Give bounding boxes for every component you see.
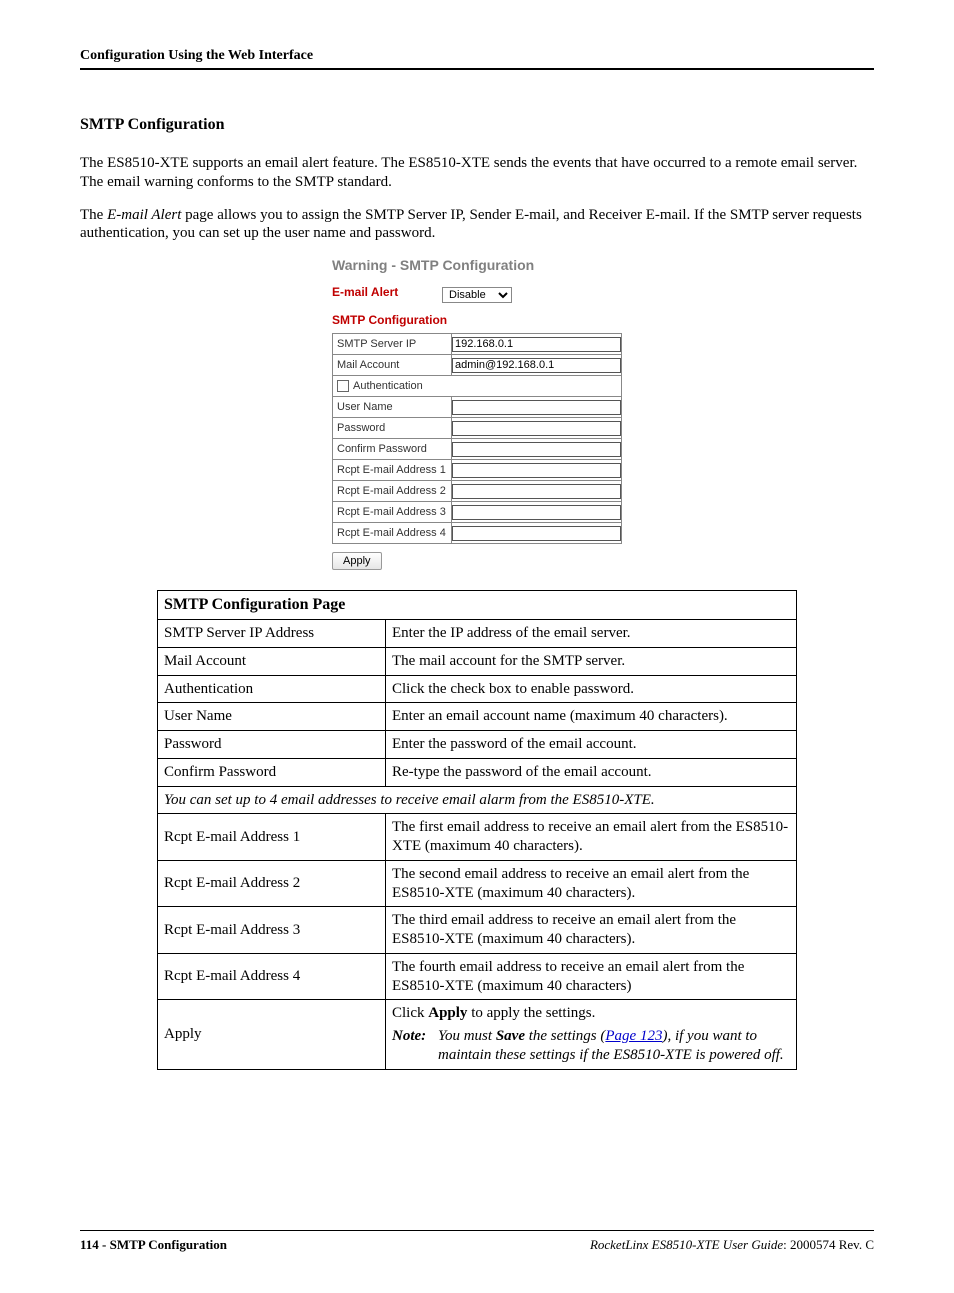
desc-text: The fourth email address to receive an e… xyxy=(386,953,797,1000)
apply-note-mid: the settings ( xyxy=(525,1028,605,1044)
desc-field: Rcpt E-mail Address 2 xyxy=(158,860,386,907)
para2-post: page allows you to assign the SMTP Serve… xyxy=(80,207,862,242)
desc-row: Mail AccountThe mail account for the SMT… xyxy=(158,647,797,675)
desc-span-note-text: You can set up to 4 email addresses to r… xyxy=(158,786,797,814)
lbl-password: Password xyxy=(333,418,452,439)
page-footer: 114 - SMTP Configuration RocketLinx ES85… xyxy=(80,1237,874,1253)
footer-right-em: RocketLinx ES8510-XTE User Guide xyxy=(590,1237,783,1252)
desc-field: Confirm Password xyxy=(158,758,386,786)
desc-row: Rcpt E-mail Address 4The fourth email ad… xyxy=(158,953,797,1000)
desc-title: SMTP Configuration Page xyxy=(158,591,797,620)
desc-row: PasswordEnter the password of the email … xyxy=(158,731,797,759)
row-rcpt3: Rcpt E-mail Address 3 xyxy=(333,502,622,523)
field-description-table: SMTP Configuration Page SMTP Server IP A… xyxy=(157,590,797,1070)
row-rcpt4: Rcpt E-mail Address 4 xyxy=(333,523,622,544)
smtp-config-screenshot: Warning - SMTP Configuration E-mail Aler… xyxy=(332,257,622,570)
desc-field: Rcpt E-mail Address 1 xyxy=(158,814,386,861)
desc-field: Password xyxy=(158,731,386,759)
desc-span-note: You can set up to 4 email addresses to r… xyxy=(158,786,797,814)
row-rcpt2: Rcpt E-mail Address 2 xyxy=(333,481,622,502)
desc-text: Enter an email account name (maximum 40 … xyxy=(386,703,797,731)
footer-rule xyxy=(80,1230,874,1231)
authentication-checkbox[interactable] xyxy=(337,380,349,392)
footer-right-post: : 2000574 Rev. C xyxy=(783,1237,874,1252)
email-alert-label: E-mail Alert xyxy=(332,285,442,299)
input-user-name[interactable] xyxy=(452,400,621,415)
apply-button[interactable]: Apply xyxy=(332,552,382,570)
smtp-fields-table: SMTP Server IP Mail Account Authenticati… xyxy=(332,333,622,544)
input-rcpt2[interactable] xyxy=(452,484,621,499)
section-title: SMTP Configuration xyxy=(80,116,874,134)
input-smtp-server-ip[interactable] xyxy=(452,337,621,352)
row-mail-account: Mail Account xyxy=(333,355,622,376)
row-password: Password xyxy=(333,418,622,439)
desc-row: User NameEnter an email account name (ma… xyxy=(158,703,797,731)
lbl-rcpt3: Rcpt E-mail Address 3 xyxy=(333,502,452,523)
input-mail-account[interactable] xyxy=(452,358,621,373)
smtp-conf-heading: SMTP Configuration xyxy=(332,313,622,327)
para2-emph: E-mail Alert xyxy=(107,207,181,223)
row-confirm-password: Confirm Password xyxy=(333,439,622,460)
desc-field: Rcpt E-mail Address 4 xyxy=(158,953,386,1000)
email-alert-select[interactable]: Disable xyxy=(442,287,512,303)
lbl-rcpt1: Rcpt E-mail Address 1 xyxy=(333,460,452,481)
lbl-user-name: User Name xyxy=(333,397,452,418)
desc-apply-cell: Click Apply to apply the settings. Note:… xyxy=(386,1000,797,1069)
desc-field-apply: Apply xyxy=(158,1000,386,1069)
running-header: Configuration Using the Web Interface xyxy=(80,48,874,70)
desc-row: Rcpt E-mail Address 1The first email add… xyxy=(158,814,797,861)
input-password[interactable] xyxy=(452,421,621,436)
desc-text: Click the check box to enable password. xyxy=(386,675,797,703)
footer-left: 114 - SMTP Configuration xyxy=(80,1237,227,1253)
para2-pre: The xyxy=(80,207,107,223)
input-rcpt4[interactable] xyxy=(452,526,621,541)
apply-note-body: You must Save the settings (Page 123), i… xyxy=(438,1027,790,1065)
apply-line1-pre: Click xyxy=(392,1005,428,1021)
apply-note: Note: You must Save the settings (Page 1… xyxy=(392,1027,790,1065)
desc-text: The first email address to receive an em… xyxy=(386,814,797,861)
desc-row: AuthenticationClick the check box to ena… xyxy=(158,675,797,703)
apply-line1-post: to apply the settings. xyxy=(467,1005,595,1021)
desc-field: Rcpt E-mail Address 3 xyxy=(158,907,386,954)
desc-row: Confirm PasswordRe-type the password of … xyxy=(158,758,797,786)
apply-line1-bold: Apply xyxy=(428,1005,467,1021)
shot-page-title: Warning - SMTP Configuration xyxy=(332,257,622,273)
desc-row-apply: Apply Click Apply to apply the settings.… xyxy=(158,1000,797,1069)
desc-text: Re-type the password of the email accoun… xyxy=(386,758,797,786)
footer-right: RocketLinx ES8510-XTE User Guide: 200057… xyxy=(590,1237,874,1253)
lbl-rcpt2: Rcpt E-mail Address 2 xyxy=(333,481,452,502)
desc-row: SMTP Server IP AddressEnter the IP addre… xyxy=(158,620,797,648)
desc-field: Authentication xyxy=(158,675,386,703)
intro-para-2: The E-mail Alert page allows you to assi… xyxy=(80,206,874,244)
page-link[interactable]: Page 123 xyxy=(605,1028,662,1044)
input-rcpt1[interactable] xyxy=(452,463,621,478)
apply-note-label: Note: xyxy=(392,1028,426,1044)
lbl-rcpt4: Rcpt E-mail Address 4 xyxy=(333,523,452,544)
desc-text: Enter the IP address of the email server… xyxy=(386,620,797,648)
apply-line1: Click Apply to apply the settings. xyxy=(392,1004,790,1023)
apply-note-pre: You must xyxy=(438,1028,496,1044)
desc-row: Rcpt E-mail Address 3The third email add… xyxy=(158,907,797,954)
lbl-smtp-server-ip: SMTP Server IP xyxy=(333,334,452,355)
desc-row: Rcpt E-mail Address 2The second email ad… xyxy=(158,860,797,907)
desc-field: SMTP Server IP Address xyxy=(158,620,386,648)
lbl-authentication: Authentication xyxy=(353,380,423,392)
row-user-name: User Name xyxy=(333,397,622,418)
row-rcpt1: Rcpt E-mail Address 1 xyxy=(333,460,622,481)
apply-note-bold: Save xyxy=(496,1028,525,1044)
desc-text: The third email address to receive an em… xyxy=(386,907,797,954)
desc-text: Enter the password of the email account. xyxy=(386,731,797,759)
row-smtp-server-ip: SMTP Server IP xyxy=(333,334,622,355)
row-authentication: Authentication xyxy=(333,376,622,397)
lbl-mail-account: Mail Account xyxy=(333,355,452,376)
desc-field: Mail Account xyxy=(158,647,386,675)
desc-field: User Name xyxy=(158,703,386,731)
input-rcpt3[interactable] xyxy=(452,505,621,520)
input-confirm-password[interactable] xyxy=(452,442,621,457)
intro-para-1: The ES8510-XTE supports an email alert f… xyxy=(80,154,874,192)
desc-text: The mail account for the SMTP server. xyxy=(386,647,797,675)
desc-text: The second email address to receive an e… xyxy=(386,860,797,907)
lbl-confirm-password: Confirm Password xyxy=(333,439,452,460)
